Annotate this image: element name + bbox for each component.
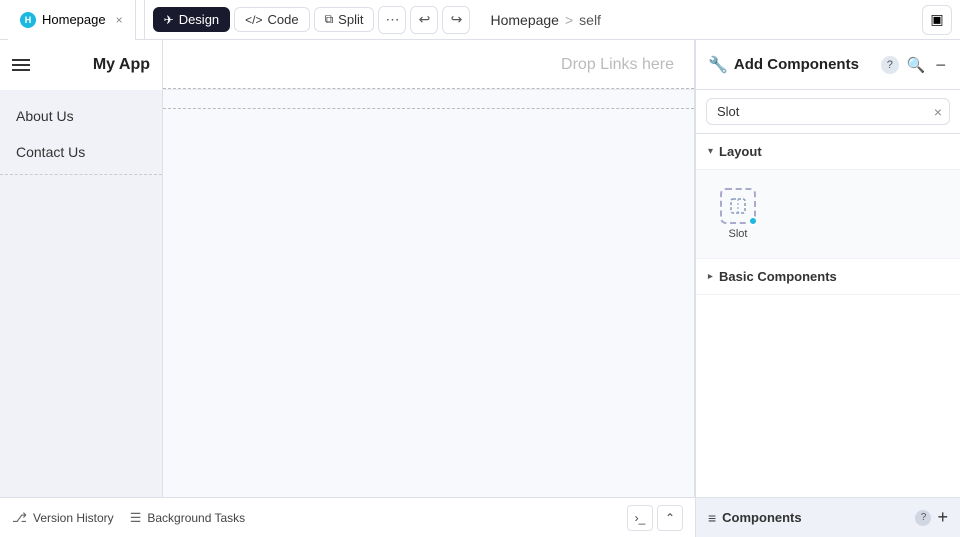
nav-links: About Us Contact Us — [0, 90, 162, 187]
code-button[interactable]: </> Code — [234, 7, 309, 32]
homepage-tab[interactable]: H Homepage × — [8, 0, 136, 40]
statusbar-right: ›_ ⌃ — [627, 505, 683, 531]
version-history-item[interactable]: ⎇ Version History — [12, 510, 114, 526]
breadcrumb: Homepage > self — [490, 12, 600, 28]
version-history-icon: ⎇ — [12, 510, 27, 526]
slot-component-item[interactable]: Slot — [708, 182, 768, 246]
layout-chevron-icon: ▾ — [708, 146, 713, 157]
panel-title: Add Components — [734, 56, 875, 73]
split-button[interactable]: ⧉ Split — [314, 7, 375, 32]
panel-toggle-button[interactable]: ▣ — [922, 5, 952, 35]
statusbar: ⎇ Version History ☰ Background Tasks ›_ … — [0, 497, 695, 537]
layout-components-grid: Slot — [696, 170, 960, 259]
background-tasks-item[interactable]: ☰ Background Tasks — [130, 510, 246, 526]
hamburger-menu-button[interactable] — [12, 59, 30, 71]
wrench-icon: 🔧 — [708, 55, 728, 75]
bottom-panel-help-button[interactable]: ? — [915, 510, 931, 526]
split-label: Split — [338, 12, 363, 27]
components-list: ▾ Layout Slot ▾ Basic — [696, 134, 960, 497]
breadcrumb-home[interactable]: Homepage — [490, 12, 559, 28]
design-icon: ✈ — [164, 13, 174, 27]
right-panel: 🔧 Add Components ? 🔍 − × ▾ Layout — [695, 40, 960, 537]
basic-components-chevron-icon: ▾ — [705, 274, 716, 279]
background-tasks-icon: ☰ — [130, 510, 142, 526]
search-bar: × — [696, 90, 960, 134]
search-input[interactable] — [706, 98, 950, 125]
canvas-dashed-top — [163, 88, 694, 89]
panel-help-button[interactable]: ? — [881, 56, 899, 74]
slot-component-icon — [720, 188, 756, 224]
code-icon: </> — [245, 13, 262, 27]
panel-close-button[interactable]: − — [933, 54, 948, 76]
slot-icon-dot — [748, 216, 758, 226]
panel-search-button[interactable]: 🔍 — [905, 54, 928, 76]
app-title: My App — [93, 56, 150, 74]
design-button[interactable]: ✈ Design — [153, 7, 231, 32]
search-clear-button[interactable]: × — [934, 104, 942, 120]
design-label: Design — [179, 12, 219, 27]
redo-button[interactable]: ↪ — [442, 6, 470, 34]
topbar: H Homepage × ✈ Design </> Code ⧉ Split ⋯… — [0, 0, 960, 40]
components-list-icon: ≡ — [708, 510, 716, 526]
bottom-panel-add-button[interactable]: + — [937, 507, 948, 528]
breadcrumb-separator: > — [565, 12, 573, 28]
layout-section-label: Layout — [719, 144, 762, 159]
tab-favicon: H — [20, 12, 36, 28]
undo-button[interactable]: ↩ — [410, 6, 438, 34]
collapse-button[interactable]: ⌃ — [657, 505, 683, 531]
background-tasks-label: Background Tasks — [147, 511, 245, 525]
canvas-header: Drop Links here — [163, 40, 694, 90]
slot-component-label: Slot — [729, 228, 748, 240]
bottom-panel: ≡ Components ? + — [696, 497, 960, 537]
breadcrumb-current: self — [579, 12, 601, 28]
layout-section-header[interactable]: ▾ Layout — [696, 134, 960, 170]
tab-label: Homepage — [42, 12, 106, 27]
nav-sidebar: My App About Us Contact Us — [0, 40, 163, 537]
nav-item-about-us[interactable]: About Us — [0, 98, 162, 134]
toolbar: ✈ Design </> Code ⧉ Split ⋯ ↩ ↪ — [144, 0, 479, 39]
panel-header: 🔧 Add Components ? 🔍 − — [696, 40, 960, 90]
basic-components-section-label: Basic Components — [719, 269, 837, 284]
more-options-button[interactable]: ⋯ — [378, 6, 406, 34]
nav-divider — [0, 174, 162, 175]
canvas-area[interactable]: Drop Links here ⊙ — [163, 40, 695, 537]
nav-item-contact-us[interactable]: Contact Us — [0, 134, 162, 170]
code-label: Code — [268, 12, 299, 27]
split-icon: ⧉ — [325, 12, 334, 27]
terminal-button[interactable]: ›_ — [627, 505, 653, 531]
drop-links-text: Drop Links here — [561, 56, 674, 74]
main-area: My App About Us Contact Us Drop Links he… — [0, 40, 960, 537]
canvas-dashed-bottom — [163, 108, 694, 109]
bottom-panel-title: Components — [722, 510, 909, 525]
panel-toggle-icon: ▣ — [930, 11, 943, 28]
tab-area: H Homepage × — [8, 0, 136, 40]
nav-header: My App — [0, 40, 162, 90]
tab-close-button[interactable]: × — [116, 13, 123, 27]
basic-components-section-header[interactable]: ▾ Basic Components — [696, 259, 960, 295]
version-history-label: Version History — [33, 511, 114, 525]
